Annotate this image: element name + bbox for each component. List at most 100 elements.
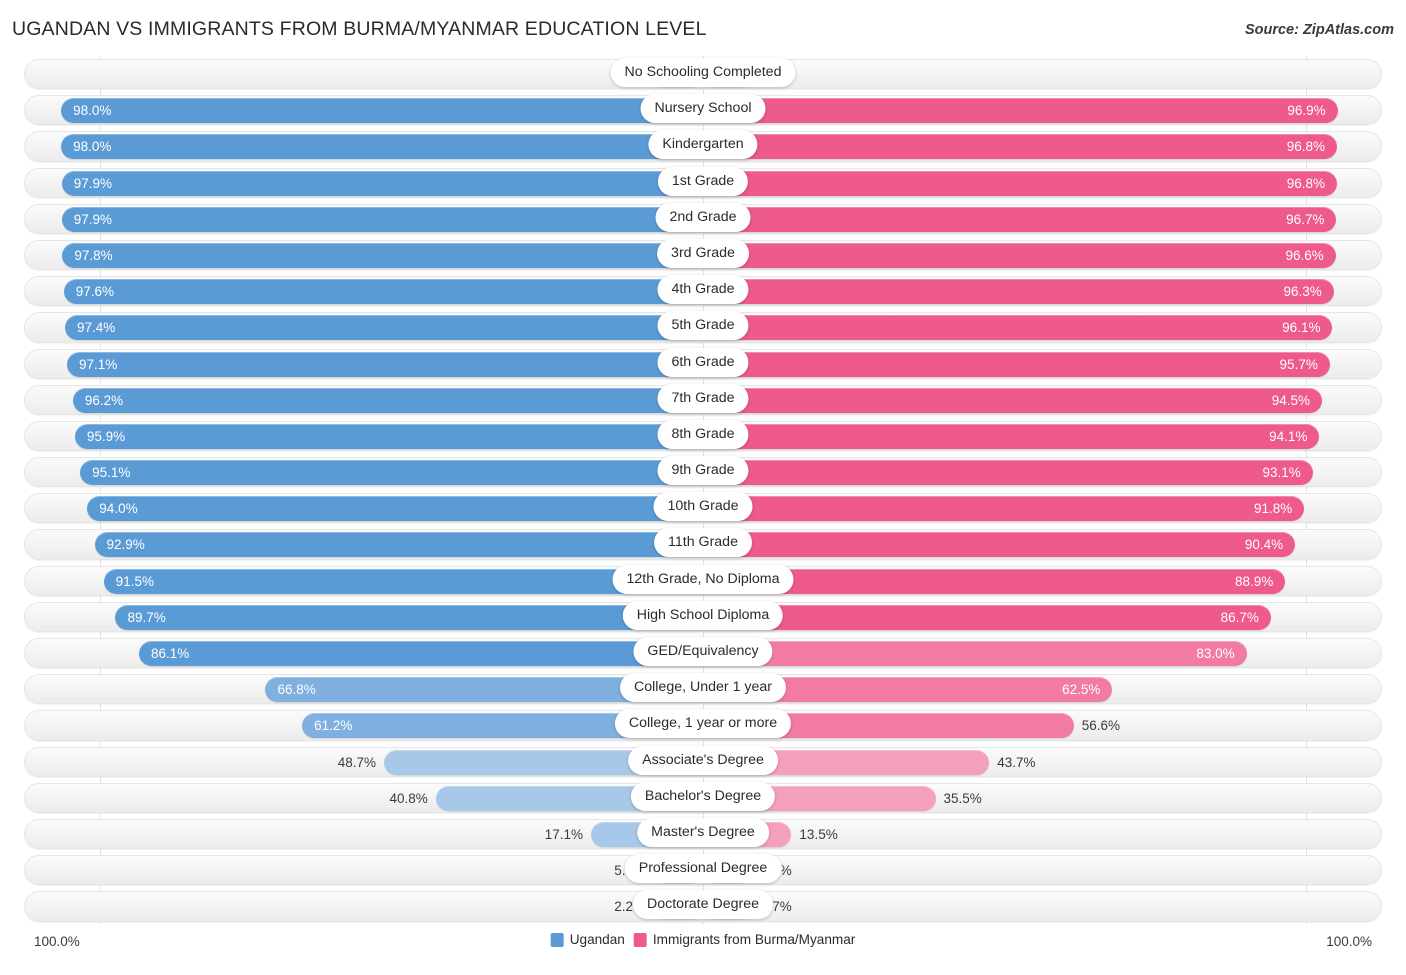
chart-row[interactable]: 98.0% 96.8% Kindergarten — [10, 128, 1396, 164]
chart-row[interactable]: 96.2% 94.5% 7th Grade — [10, 382, 1396, 418]
value-label-ugandan: 98.0% — [73, 103, 112, 119]
chart-row[interactable]: 2.2% 1.7% Doctorate Degree — [10, 888, 1396, 924]
value-label-burma-myanmar: 13.5% — [799, 826, 838, 842]
category-label[interactable]: 5th Grade — [657, 311, 749, 341]
chart-row[interactable]: 92.9% 90.4% 11th Grade — [10, 526, 1396, 562]
chart-row[interactable]: 86.1% 83.0% GED/Equivalency — [10, 635, 1396, 671]
chart-row[interactable]: 91.5% 88.9% 12th Grade, No Diploma — [10, 563, 1396, 599]
chart-header: UGANDAN VS IMMIGRANTS FROM BURMA/MYANMAR… — [0, 0, 1406, 56]
chart-row[interactable]: 89.7% 86.7% High School Diploma — [10, 599, 1396, 635]
category-label[interactable]: 10th Grade — [653, 492, 753, 522]
value-label-burma-myanmar: 56.6% — [1081, 718, 1120, 734]
bar-ugandan — [62, 242, 703, 268]
value-label-burma-myanmar: 86.7% — [1220, 609, 1259, 625]
category-label[interactable]: High School Diploma — [622, 600, 784, 630]
category-label[interactable]: GED/Equivalency — [633, 637, 773, 666]
chart-row[interactable]: 97.1% 95.7% 6th Grade — [10, 346, 1396, 382]
chart-row[interactable]: 61.2% 56.6% College, 1 year or more — [10, 707, 1396, 743]
category-label[interactable]: 4th Grade — [657, 275, 749, 305]
value-label-ugandan: 97.1% — [78, 356, 118, 372]
category-label[interactable]: 9th Grade — [657, 456, 749, 486]
chart-row[interactable]: 97.4% 96.1% 5th Grade — [10, 309, 1396, 345]
chart-row[interactable]: 98.0% 96.9% Nursery School — [10, 92, 1396, 128]
value-label-ugandan: 92.9% — [106, 537, 145, 553]
legend-label: Immigrants from Burma/Myanmar — [652, 932, 856, 947]
category-label[interactable]: No Schooling Completed — [610, 58, 796, 87]
category-label[interactable]: 7th Grade — [657, 383, 749, 413]
value-label-ugandan: 86.1% — [151, 646, 190, 661]
value-label-burma-myanmar: 62.5% — [1062, 682, 1101, 698]
category-label[interactable]: 12th Grade, No Diploma — [612, 564, 794, 594]
bar-burma-myanmar — [703, 170, 1338, 196]
chart-row[interactable]: 95.9% 94.1% 8th Grade — [10, 418, 1396, 454]
category-label[interactable]: Master's Degree — [637, 817, 769, 847]
value-label-ugandan: 66.8% — [277, 682, 316, 698]
category-label[interactable]: College, 1 year or more — [614, 709, 792, 739]
value-label-burma-myanmar: 95.7% — [1279, 356, 1318, 372]
category-label[interactable]: 6th Grade — [657, 347, 749, 377]
bar-burma-myanmar — [703, 423, 1320, 449]
category-label[interactable]: Professional Degree — [624, 854, 782, 884]
chart-row[interactable]: 40.8% 35.5% Bachelor's Degree — [10, 780, 1396, 816]
legend-item[interactable]: Immigrants from Burma/Myanmar — [633, 932, 856, 947]
chart-row[interactable]: 48.7% 43.7% Associate's Degree — [10, 744, 1396, 780]
value-label-ugandan: 48.7% — [337, 754, 377, 770]
chart-footer: 100.0% Ugandan Immigrants from Burma/Myan… — [10, 924, 1396, 964]
chart-row[interactable]: 97.9% 96.8% 1st Grade — [10, 165, 1396, 201]
value-label-ugandan: 98.0% — [73, 139, 112, 155]
chart-row[interactable]: 2.0%3.1%No Schooling Completed — [10, 56, 1396, 92]
chart-row[interactable]: 97.8% 96.6% 3rd Grade — [10, 237, 1396, 273]
category-label[interactable]: 1st Grade — [657, 166, 749, 196]
value-label-burma-myanmar: 93.1% — [1262, 465, 1301, 481]
bar-ugandan — [115, 604, 703, 630]
chart-row[interactable]: 97.9% 96.7% 2nd Grade — [10, 201, 1396, 237]
bar-ugandan — [72, 387, 703, 413]
category-label[interactable]: 2nd Grade — [655, 202, 751, 232]
category-label[interactable]: Nursery School — [640, 94, 766, 124]
value-label-ugandan: 89.7% — [127, 609, 166, 625]
bar-burma-myanmar — [703, 315, 1333, 341]
chart-row[interactable]: 5.1%3.9%Professional Degree — [10, 852, 1396, 888]
bar-burma-myanmar — [703, 134, 1338, 160]
category-label[interactable]: Kindergarten — [648, 130, 758, 160]
value-label-burma-myanmar: 91.8% — [1254, 501, 1293, 517]
value-label-ugandan: 97.9% — [73, 211, 113, 227]
value-label-burma-myanmar: 96.3% — [1283, 284, 1322, 300]
value-label-ugandan: 97.8% — [74, 247, 113, 263]
category-label[interactable]: 8th Grade — [657, 419, 749, 449]
bar-burma-myanmar — [703, 279, 1334, 305]
bar-burma-myanmar — [703, 242, 1336, 268]
value-label-ugandan: 97.4% — [77, 320, 116, 336]
value-label-burma-myanmar: 96.7% — [1286, 211, 1325, 227]
value-label-ugandan: 17.1% — [544, 826, 583, 842]
bar-ugandan — [63, 279, 703, 305]
bar-burma-myanmar — [703, 641, 1247, 666]
value-label-ugandan: 96.2% — [84, 392, 124, 408]
chart-row[interactable]: 94.0% 91.8% 10th Grade — [10, 490, 1396, 526]
category-label[interactable]: 11th Grade — [654, 528, 752, 558]
chart-row[interactable]: 97.6% 96.3% 4th Grade — [10, 273, 1396, 309]
value-label-ugandan: 97.6% — [75, 284, 114, 300]
category-label[interactable]: Doctorate Degree — [633, 890, 773, 920]
bar-ugandan — [66, 351, 703, 377]
value-label-ugandan: 95.1% — [92, 465, 131, 481]
category-label[interactable]: 3rd Grade — [657, 238, 749, 268]
value-label-burma-myanmar: 96.8% — [1286, 139, 1326, 155]
chart-row[interactable]: 66.8% 62.5% College, Under 1 year — [10, 671, 1396, 707]
bar-ugandan — [61, 206, 703, 232]
chart-legend: Ugandan Immigrants from Burma/Myanmar — [550, 932, 856, 947]
legend-item[interactable]: Ugandan — [550, 932, 625, 947]
category-label[interactable]: Bachelor's Degree — [630, 781, 776, 811]
chart-row[interactable]: 95.1% 93.1% 9th Grade — [10, 454, 1396, 490]
category-label[interactable]: Associate's Degree — [628, 745, 778, 775]
chart-row[interactable]: 17.1% 13.5% Master's Degree — [10, 816, 1396, 852]
bar-burma-myanmar — [703, 98, 1338, 124]
bar-ugandan — [61, 170, 703, 196]
page-title: UGANDAN VS IMMIGRANTS FROM BURMA/MYANMAR… — [12, 18, 707, 40]
bar-burma-myanmar — [703, 460, 1313, 486]
category-label[interactable]: College, Under 1 year — [619, 673, 787, 703]
bar-ugandan — [139, 641, 703, 666]
value-label-burma-myanmar: 94.1% — [1269, 428, 1308, 444]
bar-burma-myanmar — [703, 387, 1322, 413]
bar-burma-myanmar — [703, 206, 1337, 232]
